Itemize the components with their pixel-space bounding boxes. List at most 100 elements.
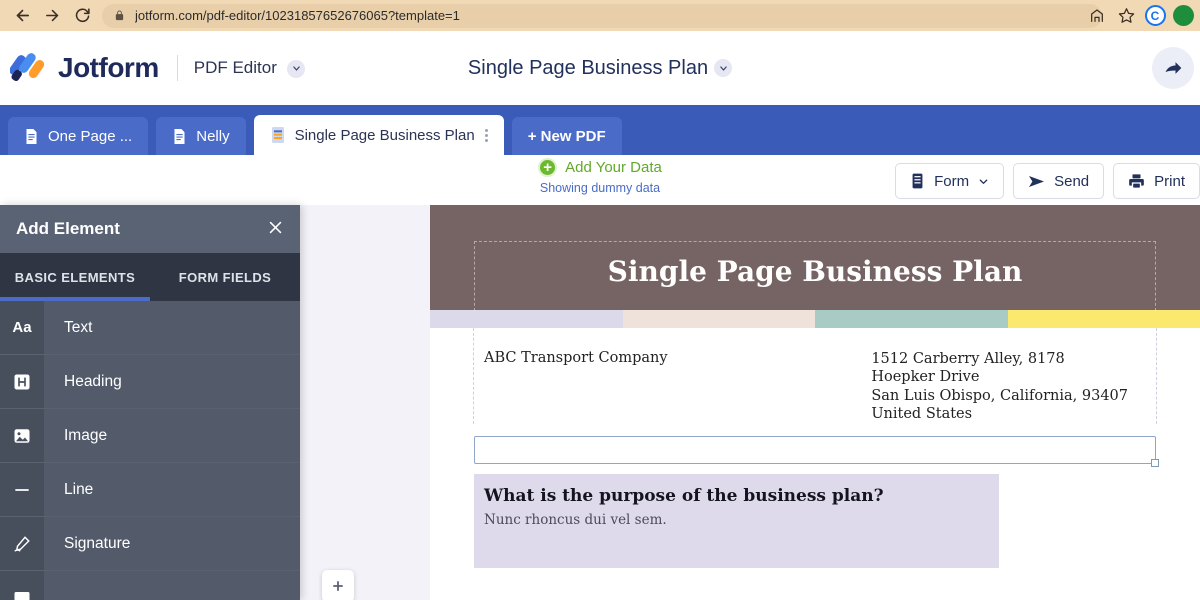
add-your-data-button[interactable]: + Add Your Data (538, 158, 662, 177)
url-text: jotform.com/pdf-editor/10231857652676065… (135, 8, 460, 23)
tab-label: Nelly (196, 127, 230, 145)
element-label: Line (44, 463, 300, 516)
element-list: Aa Text Heading Image Line Signature (0, 301, 300, 600)
tab-nelly[interactable]: Nelly (156, 117, 246, 155)
selected-empty-element[interactable] (474, 435, 1159, 467)
address-line: Hoepker Drive (871, 369, 980, 386)
table-icon (0, 571, 44, 600)
stripe-3 (815, 310, 1008, 328)
company-address: 1512 Carberry Alley, 8178 Hoepker Drive … (871, 350, 1156, 424)
pdf-editor-label: PDF Editor (193, 58, 277, 77)
element-item-text[interactable]: Aa Text (0, 301, 300, 355)
line-icon (0, 463, 44, 516)
secondary-profile-avatar[interactable] (1173, 5, 1194, 26)
element-label: Heading (44, 355, 300, 408)
tab-one-page[interactable]: One Page ... (8, 117, 149, 155)
panel-header: Add Element (0, 205, 300, 253)
brand-logo[interactable]: Jotform (0, 50, 159, 86)
plus-circle-icon: + (538, 158, 558, 177)
document-icon (172, 128, 187, 145)
toolbar-actions: Form Send Print (895, 163, 1200, 199)
stripe-1 (430, 310, 623, 328)
pdf-body: ABC Transport Company 1512 Carberry Alle… (430, 328, 1200, 600)
tab-single-page-business-plan[interactable]: Single Page Business Plan (253, 115, 504, 155)
element-item-partial[interactable] (0, 571, 300, 600)
chevron-down-icon[interactable] (714, 59, 733, 77)
tab-options-icon[interactable] (484, 128, 488, 142)
panel-tabs: BASIC ELEMENTS FORM FIELDS (0, 253, 300, 301)
element-item-heading[interactable]: Heading (0, 355, 300, 409)
printer-icon (1128, 173, 1145, 189)
star-icon[interactable] (1113, 3, 1139, 29)
browser-nav-buttons (0, 2, 96, 30)
purpose-question: What is the purpose of the business plan… (484, 485, 884, 506)
tab-label: Single Page Business Plan (294, 126, 475, 144)
add-data-label: Add Your Data (565, 159, 662, 176)
resize-handle[interactable] (1151, 458, 1159, 467)
new-pdf-label: + New PDF (527, 127, 606, 145)
signature-icon (0, 517, 44, 570)
page-title: Single Page Business Plan (467, 56, 709, 79)
address-bar[interactable]: jotform.com/pdf-editor/10231857652676065… (102, 3, 1102, 28)
form-button[interactable]: Form (895, 163, 1005, 199)
add-element-panel: Add Element BASIC ELEMENTS FORM FIELDS A… (0, 205, 300, 600)
back-arrow-icon[interactable] (8, 2, 36, 30)
send-button[interactable]: Send (1013, 163, 1105, 199)
chevron-down-icon (978, 176, 989, 187)
new-pdf-button[interactable]: + New PDF (511, 117, 622, 155)
lock-icon (114, 9, 125, 22)
stripe-2 (622, 310, 815, 328)
company-info-row[interactable]: ABC Transport Company 1512 Carberry Alle… (473, 328, 1157, 424)
svg-text:?: ? (1064, 595, 1102, 600)
tab-label: FORM FIELDS (178, 269, 272, 285)
question-mark-person-illustration: ? ? ? ? (998, 568, 1183, 600)
element-item-signature[interactable]: Signature (0, 517, 300, 571)
tab-label: One Page ... (48, 127, 133, 145)
company-name: ABC Transport Company (484, 350, 668, 366)
send-label: Send (1054, 172, 1090, 190)
brand-name: Jotform (58, 52, 159, 83)
pdf-hero-banner: Single Page Business Plan (430, 205, 1200, 311)
address-line: 1512 Carberry Alley, 8178 (871, 351, 1065, 367)
address-line: United States (871, 406, 973, 423)
element-label (44, 571, 300, 600)
tab-basic-elements[interactable]: BASIC ELEMENTS (0, 253, 150, 301)
pdf-editor-menu[interactable]: PDF Editor (194, 58, 306, 78)
pdf-tab-strip: One Page ... Nelly Single Page Business … (0, 105, 1200, 155)
header-divider (176, 55, 178, 81)
color-stripes (430, 310, 1200, 328)
browser-toolbar: jotform.com/pdf-editor/10231857652676065… (0, 0, 1200, 31)
share-arrow-icon[interactable] (1152, 47, 1194, 89)
tab-form-fields[interactable]: FORM FIELDS (150, 253, 300, 301)
forward-arrow-icon[interactable] (38, 2, 66, 30)
pdf-document-icon (270, 126, 286, 144)
jotform-logo-icon (9, 50, 52, 86)
reload-icon[interactable] (68, 2, 96, 30)
print-label: Print (1154, 172, 1185, 190)
add-block-button[interactable] (322, 570, 354, 600)
form-icon (910, 173, 925, 189)
panel-title: Add Element (16, 219, 120, 238)
close-icon[interactable] (267, 219, 284, 240)
form-label: Form (934, 172, 970, 190)
text-aa-icon: Aa (0, 301, 44, 354)
address-line: San Luis Obispo, California, 93407 (871, 387, 1128, 404)
dummy-data-note[interactable]: Showing dummy data (540, 181, 660, 195)
purpose-section[interactable]: What is the purpose of the business plan… (474, 473, 999, 568)
image-icon (0, 409, 44, 462)
element-item-image[interactable]: Image (0, 409, 300, 463)
pdf-title[interactable]: Single Page Business Plan (430, 255, 1200, 288)
editor-toolbar: + Add Your Data Showing dummy data Form … (0, 155, 1200, 205)
element-item-line[interactable]: Line (0, 463, 300, 517)
heading-icon (0, 355, 44, 408)
element-label: Image (44, 409, 300, 462)
pdf-document-preview[interactable]: Single Page Business Plan ABC Transport … (430, 205, 1200, 600)
browser-actions: C (1084, 0, 1194, 31)
element-label: Text (44, 301, 300, 354)
paper-plane-icon (1028, 174, 1045, 189)
stripe-4 (1007, 310, 1200, 328)
tab-label: BASIC ELEMENTS (14, 269, 136, 285)
print-button[interactable]: Print (1113, 163, 1200, 199)
share-icon[interactable] (1084, 3, 1110, 29)
profile-avatar[interactable]: C (1142, 3, 1168, 29)
